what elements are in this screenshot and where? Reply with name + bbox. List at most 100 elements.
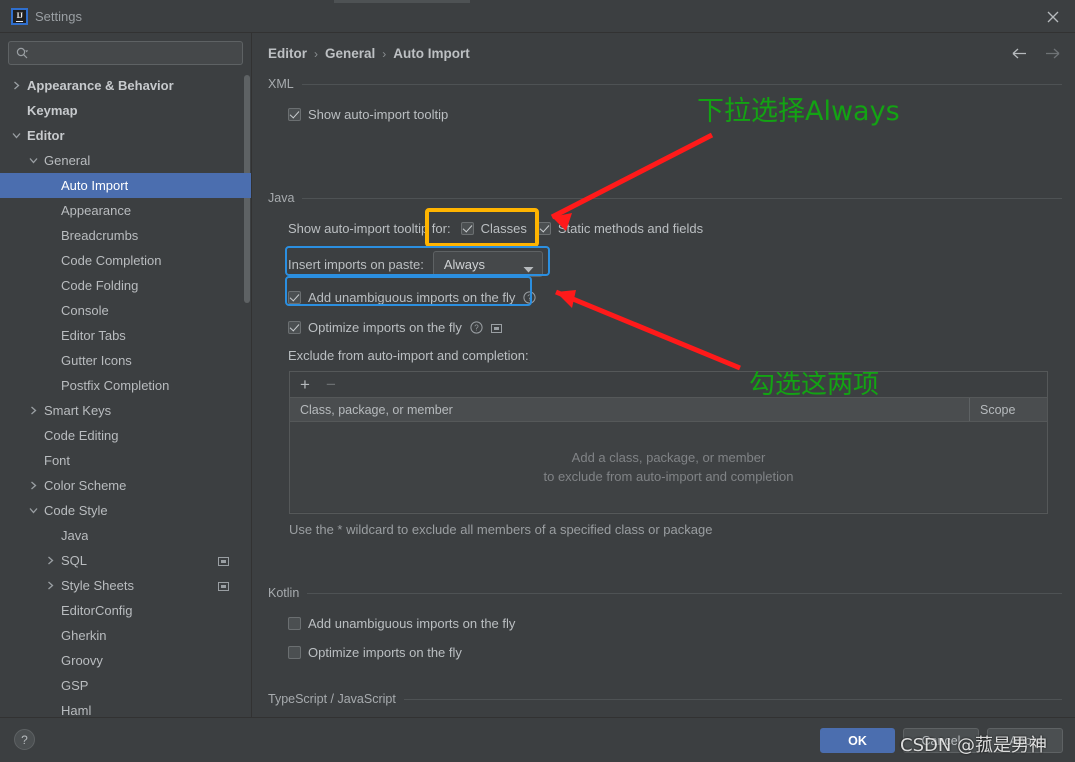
insert-imports-dropdown[interactable]: Always [432,251,543,277]
sidebar-item-editor-tabs[interactable]: Editor Tabs [0,323,251,348]
label-exclude-from-auto-import: Exclude from auto-import and completion: [288,348,529,363]
sidebar-item-editorconfig[interactable]: EditorConfig [0,598,251,623]
help-circle-icon[interactable]: ? [470,321,483,334]
sidebar-item-haml[interactable]: Haml [0,698,251,717]
svg-text:?: ? [528,294,533,303]
sidebar-item-postfix-completion[interactable]: Postfix Completion [0,373,251,398]
ok-button[interactable]: OK [820,728,895,753]
remove-button[interactable]: − [326,376,336,393]
checkbox-static-members-label: Static methods and fields [557,221,704,236]
checkbox-classes[interactable] [460,222,474,235]
sidebar-item-gherkin[interactable]: Gherkin [0,623,251,648]
sidebar-item-sql[interactable]: SQL [0,548,251,573]
breadcrumb-item-editor[interactable]: Editor [268,46,307,61]
sidebar-item-code-folding[interactable]: Code Folding [0,273,251,298]
search-input[interactable] [29,46,242,60]
sidebar-item-label: GSP [61,678,89,693]
chevron-down-icon[interactable] [10,129,23,142]
checkbox-box[interactable] [288,108,301,121]
checkbox-add-unambiguous-imports-java[interactable]: Add unambiguous imports on the fly ? [288,290,537,305]
breadcrumb: Editor › General › Auto Import [268,46,470,61]
chevron-right-icon[interactable] [27,479,40,492]
section-divider [301,83,1062,85]
checkbox-show-auto-import-tooltip[interactable]: Show auto-import tooltip [288,107,448,122]
sidebar-item-keymap[interactable]: Keymap [0,98,251,123]
sidebar-item-appearance-behavior[interactable]: Appearance & Behavior [0,73,251,98]
sidebar-item-auto-import[interactable]: Auto Import [0,173,251,198]
close-icon[interactable] [1044,8,1062,26]
checkbox-static-members[interactable] [537,222,551,235]
sidebar-item-gsp[interactable]: GSP [0,673,251,698]
sidebar-item-editor[interactable]: Editor [0,123,251,148]
sidebar-item-smart-keys[interactable]: Smart Keys [0,398,251,423]
breadcrumb-item-general[interactable]: General [325,46,375,61]
sidebar-item-breadcrumbs[interactable]: Breadcrumbs [0,223,251,248]
intellij-logo-icon: IJ [11,8,28,25]
sidebar-item-label: Haml [61,703,92,717]
checkbox-add-unambiguous-imports-kotlin[interactable]: Add unambiguous imports on the fly [288,616,515,631]
checkbox-label: Show auto-import tooltip [308,107,449,122]
sidebar-item-label: Groovy [61,653,103,668]
chevron-down-icon[interactable] [27,504,40,517]
title-bar-strip [334,0,470,3]
project-scope-icon [218,580,229,591]
chevron-right-icon[interactable] [10,79,23,92]
checkbox-optimize-imports-kotlin[interactable]: Optimize imports on the fly [288,645,462,660]
section-xml: XML [268,77,1062,91]
apply-button[interactable]: Apply [987,728,1063,753]
sidebar-item-label: Code Completion [61,253,162,268]
sidebar-item-label: Auto Import [61,178,129,193]
arrow-right-icon[interactable] [1044,46,1061,61]
chevron-down-icon[interactable] [27,154,40,167]
help-button[interactable]: ? [14,729,35,750]
sidebar-item-label: General [44,153,91,168]
cancel-button[interactable]: Cancel [903,728,979,753]
column-header-class-package-member[interactable]: Class, package, or member [290,398,969,421]
sidebar-item-appearance[interactable]: Appearance [0,198,251,223]
search-icon [16,47,29,60]
help-circle-icon[interactable]: ? [523,291,537,304]
sidebar-item-label: Smart Keys [44,403,112,418]
chevron-right-icon[interactable] [44,579,57,592]
sidebar-item-console[interactable]: Console [0,298,251,323]
column-header-scope[interactable]: Scope [969,398,1047,421]
breadcrumb-item-auto-import[interactable]: Auto Import [393,46,470,61]
sidebar-item-label: EditorConfig [61,603,133,618]
sidebar-item-groovy[interactable]: Groovy [0,648,251,673]
sidebar-item-general[interactable]: General [0,148,251,173]
checkbox-label: Optimize imports on the fly [308,645,462,660]
checkbox-label: Add unambiguous imports on the fly [308,616,516,631]
sidebar-item-color-scheme[interactable]: Color Scheme [0,473,251,498]
sidebar-item-code-editing[interactable]: Code Editing [0,423,251,448]
sidebar-item-java[interactable]: Java [0,523,251,548]
sidebar-item-style-sheets[interactable]: Style Sheets [0,573,251,598]
checkbox-box[interactable] [288,321,301,334]
section-kotlin: Kotlin [268,586,1062,600]
add-button[interactable]: + [300,376,310,393]
checkbox-optimize-imports-java[interactable]: Optimize imports on the fly ? [288,320,502,335]
sidebar-item-code-style[interactable]: Code Style [0,498,251,523]
checkbox-box[interactable] [288,646,301,659]
checkbox-box[interactable] [288,291,301,304]
chevron-right-icon[interactable] [44,554,57,567]
settings-window: IJ Settings Appearance & Behavior Keymap… [0,0,1075,762]
exclude-table: + − Class, package, or member Scope Add … [289,371,1048,514]
navigation-arrows [1011,46,1061,61]
sidebar-item-gutter-icons[interactable]: Gutter Icons [0,348,251,373]
checkbox-box[interactable] [288,617,301,630]
search-box[interactable] [8,41,243,65]
sidebar-item-font[interactable]: Font [0,448,251,473]
sidebar-item-label: Code Editing [44,428,119,443]
chevron-right-icon[interactable] [27,404,40,417]
sidebar-item-code-completion[interactable]: Code Completion [0,248,251,273]
settings-tree: Appearance & Behavior Keymap Editor General… [0,73,251,717]
arrow-left-icon[interactable] [1011,46,1028,61]
